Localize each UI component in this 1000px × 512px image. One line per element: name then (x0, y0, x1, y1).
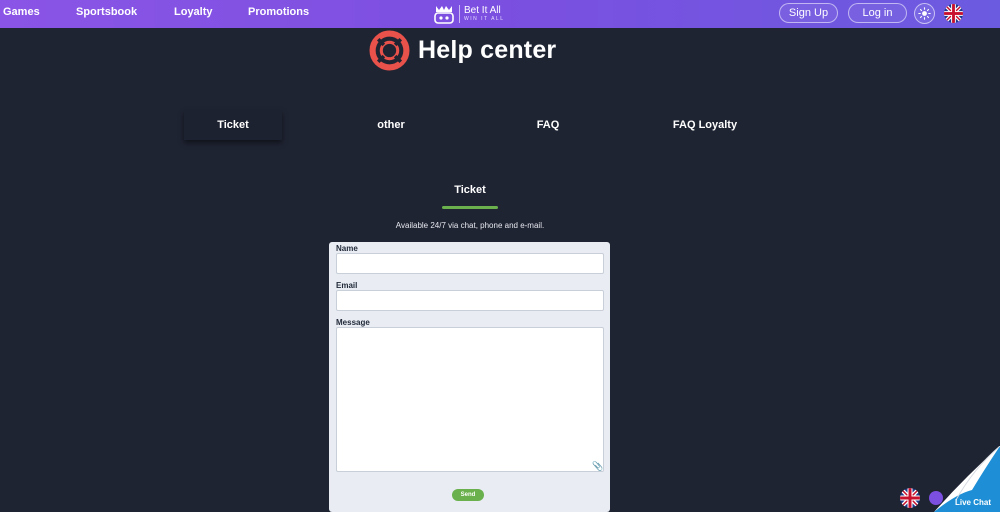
robot-logo-icon (434, 6, 454, 24)
language-selector-button[interactable] (943, 3, 964, 24)
signup-button[interactable]: Sign Up (779, 3, 838, 23)
tab-other[interactable]: other (341, 110, 441, 140)
tab-faq-loyalty[interactable]: FAQ Loyalty (655, 110, 755, 140)
email-input[interactable] (336, 290, 604, 311)
availability-text: Available 24/7 via chat, phone and e-mai… (395, 221, 545, 230)
send-button[interactable]: Send (452, 489, 484, 501)
nav-item-sportsbook[interactable]: Sportsbook (76, 6, 137, 18)
logo-divider (459, 5, 460, 23)
tab-faq[interactable]: FAQ (498, 110, 598, 140)
uk-flag-icon (900, 488, 920, 508)
uk-flag-icon (944, 4, 963, 23)
top-nav-bar: Games Sportsbook Loyalty Promotions Bet … (0, 0, 1000, 28)
logo-subtitle: WIN IT ALL (464, 16, 505, 22)
theme-toggle-button[interactable] (914, 3, 935, 24)
nav-item-promotions[interactable]: Promotions (248, 6, 309, 18)
nav-item-loyalty[interactable]: Loyalty (174, 6, 213, 18)
help-center-header: Help center (369, 30, 556, 71)
tab-ticket[interactable]: Ticket (184, 110, 282, 140)
email-label: Email (336, 281, 358, 290)
logo-title: Bet It All (464, 5, 501, 16)
sun-icon (918, 7, 931, 20)
name-input[interactable] (336, 253, 604, 274)
ticket-form: Name Email Message 📎 Send (329, 242, 610, 512)
live-chat-label[interactable]: Live Chat (955, 498, 991, 507)
login-button[interactable]: Log in (848, 3, 907, 23)
nav-item-games[interactable]: Games (3, 6, 40, 18)
section-title: Ticket (454, 184, 486, 196)
message-label: Message (336, 318, 370, 327)
logo-text: Bet It All WIN IT ALL (464, 6, 504, 22)
message-textarea[interactable] (336, 327, 604, 472)
language-flag-bottom[interactable] (900, 488, 920, 508)
name-label: Name (336, 244, 358, 253)
site-logo[interactable]: Bet It All WIN IT ALL (433, 3, 504, 25)
attachment-icon[interactable]: 📎 (592, 461, 603, 472)
page-title: Help center (418, 36, 557, 64)
section-title-underline (442, 206, 498, 209)
lifebuoy-icon (369, 30, 410, 71)
